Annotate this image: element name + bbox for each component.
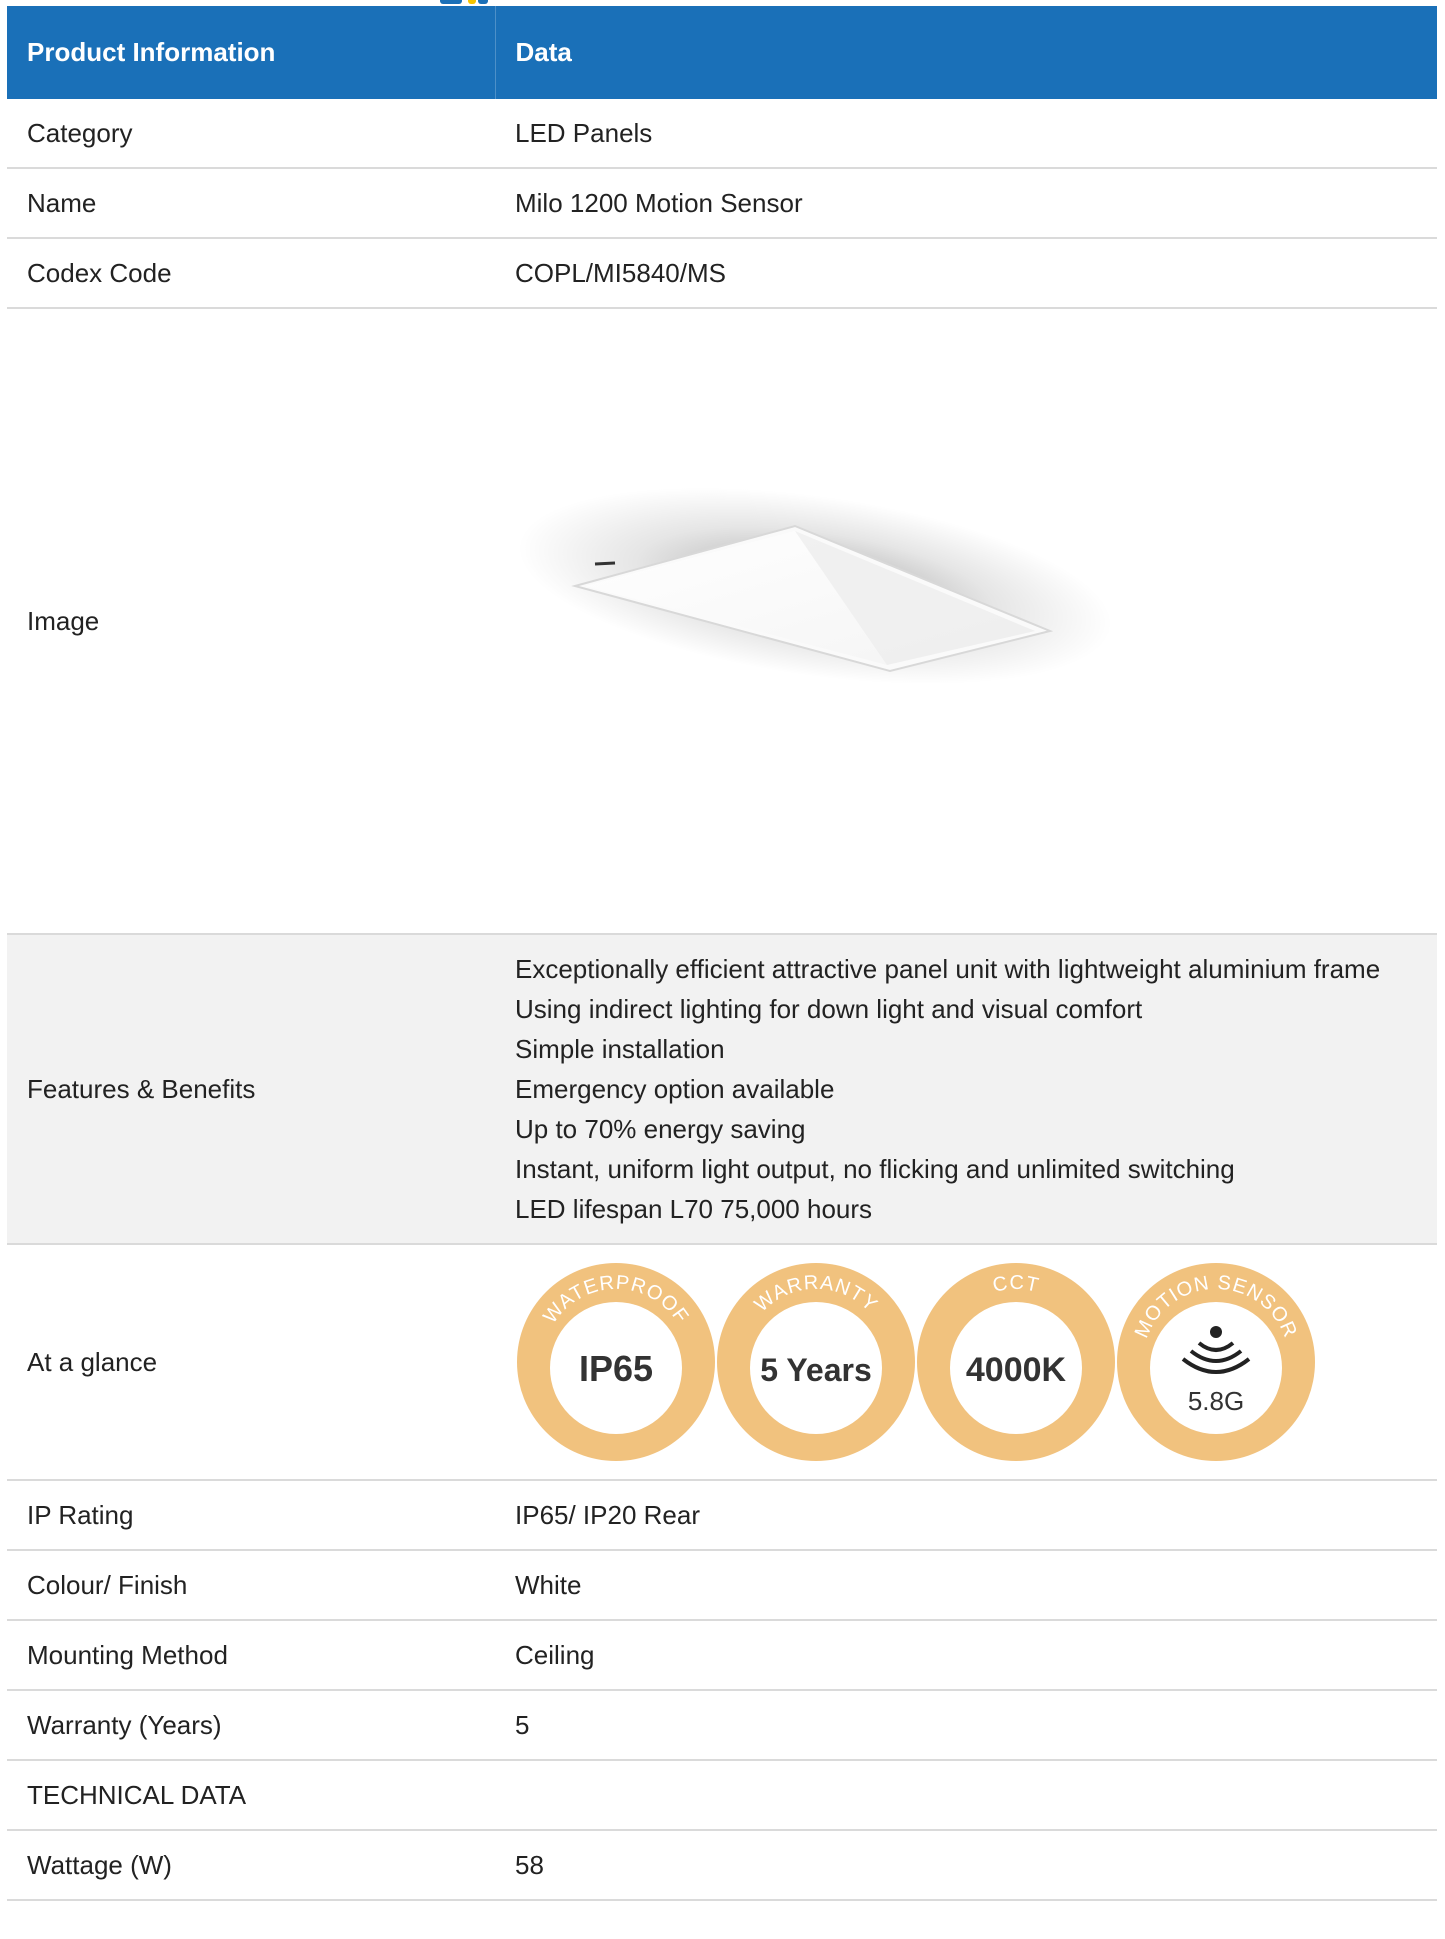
header-product-information: Product Information xyxy=(7,6,496,99)
row-value-image xyxy=(495,308,1437,935)
feature-item: Simple installation xyxy=(515,1034,725,1064)
badge-center-text: 5.8G xyxy=(1188,1386,1244,1416)
row-label: Category xyxy=(7,99,495,169)
feature-item: Up to 70% energy saving xyxy=(515,1114,806,1144)
row-label: Image xyxy=(7,308,495,935)
badge-center-text: 4000K xyxy=(966,1351,1067,1389)
svg-text:CCT: CCT xyxy=(991,1272,1041,1297)
row-value: Milo 1200 Motion Sensor xyxy=(495,168,1437,239)
table-row-warranty: Warranty (Years) 5 xyxy=(7,1690,1437,1761)
table-row-technical-data: TECHNICAL DATA xyxy=(7,1760,1437,1831)
row-value: LED Panels xyxy=(495,99,1437,169)
led-panel-illustration xyxy=(517,487,1113,685)
waterproof-badge: WATERPROOF IP65 xyxy=(515,1261,717,1463)
table-row-at-a-glance: At a glance WATERPROOF IP65 WARRANTY 5 Y… xyxy=(7,1244,1437,1481)
table-row-wattage: Wattage (W) 58 xyxy=(7,1830,1437,1901)
row-label: Features & Benefits xyxy=(7,934,495,1245)
section-label: TECHNICAL DATA xyxy=(7,1760,495,1831)
warranty-badge: WARRANTY 5 Years xyxy=(715,1261,917,1463)
row-label: IP Rating xyxy=(7,1480,495,1551)
badge-group: WATERPROOF IP65 WARRANTY 5 Years CCT 400… xyxy=(515,1245,1437,1479)
feature-item: Exceptionally efficient attractive panel… xyxy=(515,954,1381,984)
row-value-empty xyxy=(495,1760,1437,1831)
row-label: Colour/ Finish xyxy=(7,1550,495,1621)
feature-item: LED lifespan L70 75,000 hours xyxy=(515,1194,873,1224)
row-label: Wattage (W) xyxy=(7,1830,495,1901)
badge-ring-text: CCT xyxy=(991,1272,1040,1297)
feature-item: Using indirect lighting for down light a… xyxy=(515,994,1143,1024)
badge-center-text: IP65 xyxy=(579,1348,653,1389)
table-header-row: Product Information Data xyxy=(7,6,1437,99)
row-value-badges: WATERPROOF IP65 WARRANTY 5 Years CCT 400… xyxy=(495,1244,1437,1481)
row-label: Codex Code xyxy=(7,238,495,309)
row-label: Mounting Method xyxy=(7,1620,495,1691)
features-list: Exceptionally efficient attractive panel… xyxy=(495,934,1437,1245)
table-row-name: Name Milo 1200 Motion Sensor xyxy=(7,168,1437,239)
row-label: Warranty (Years) xyxy=(7,1690,495,1761)
feature-item: Emergency option available xyxy=(515,1074,835,1104)
header-data: Data xyxy=(495,6,1437,99)
row-value: COPL/MI5840/MS xyxy=(495,238,1437,309)
product-image xyxy=(515,321,1117,921)
table-row-ip-rating: IP Rating IP65/ IP20 Rear xyxy=(7,1480,1437,1551)
table-row-colour-finish: Colour/ Finish White xyxy=(7,1550,1437,1621)
table-row-codex-code: Codex Code COPL/MI5840/MS xyxy=(7,238,1437,309)
cct-badge: CCT 4000K xyxy=(915,1261,1117,1463)
badge-center-text: 5 Years xyxy=(760,1352,872,1388)
row-value: 58 xyxy=(495,1830,1437,1901)
table-row-image: Image xyxy=(7,308,1437,935)
row-value: IP65/ IP20 Rear xyxy=(495,1480,1437,1551)
motion-sensor-badge: MOTION SENSOR 5.8G xyxy=(1115,1261,1317,1463)
table-row-mounting-method: Mounting Method Ceiling xyxy=(7,1620,1437,1691)
row-value: Ceiling xyxy=(495,1620,1437,1691)
table-row-features: Features & Benefits Exceptionally effici… xyxy=(7,934,1437,1245)
row-label: Name xyxy=(7,168,495,239)
row-label: At a glance xyxy=(7,1244,495,1481)
table-row-category: Category LED Panels xyxy=(7,99,1437,169)
row-value: White xyxy=(495,1550,1437,1621)
product-spec-table: Product Information Data Category LED Pa… xyxy=(7,6,1437,1901)
row-value: 5 xyxy=(495,1690,1437,1761)
feature-item: Instant, uniform light output, no flicki… xyxy=(515,1154,1235,1184)
